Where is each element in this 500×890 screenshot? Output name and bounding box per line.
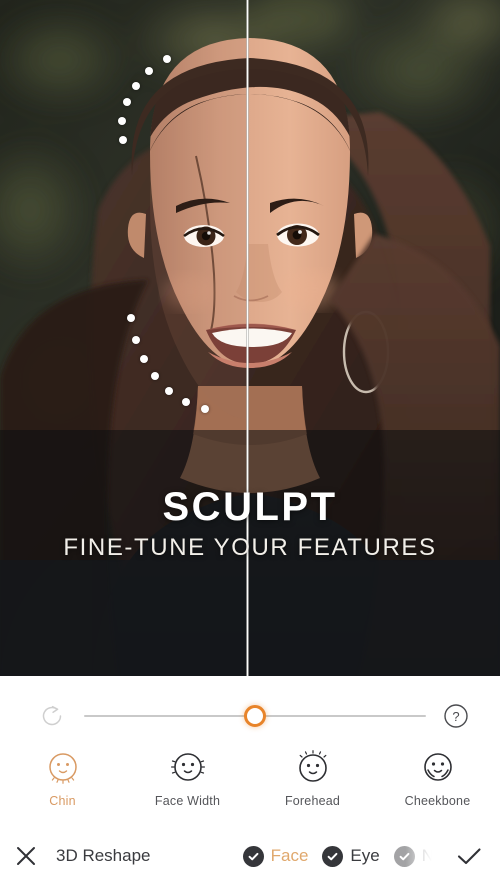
landmark-dot [201, 405, 209, 413]
feature-tab-forehead[interactable]: Forehead [250, 748, 375, 808]
tool-chip-label: N [421, 846, 434, 865]
tool-chip-label: Eye [350, 846, 380, 865]
landmark-dot [119, 136, 127, 144]
checkmark-icon [328, 852, 338, 860]
landmark-dot [132, 336, 140, 344]
checkmark-icon [399, 852, 410, 860]
face-forehead-icon [298, 750, 327, 782]
landmark-dot [165, 387, 173, 395]
help-button[interactable]: ? [436, 696, 476, 736]
landmark-dot [127, 314, 135, 322]
feature-tab-list: Chin Face Width Forehead Cheekbone [0, 748, 500, 820]
tool-chip-eye[interactable]: Eye [322, 845, 380, 867]
close-x-icon [17, 847, 35, 865]
reset-circular-arrow-icon [42, 705, 62, 726]
tool-chip-label: Face [270, 846, 309, 865]
feature-tab-label: Chin [49, 794, 76, 808]
check-badge [322, 845, 344, 867]
landmark-dot [140, 355, 148, 363]
reset-button[interactable] [30, 694, 74, 738]
page-title: SCULPT [162, 485, 338, 529]
feature-tab-label: Cheekbone [404, 794, 471, 808]
landmark-dot [118, 117, 126, 125]
landmark-dot [163, 55, 171, 63]
landmark-dot [182, 398, 190, 406]
cancel-button[interactable] [0, 843, 52, 869]
check-badge [242, 845, 264, 867]
landmark-dot [132, 82, 140, 90]
page-subtitle: FINE-TUNE YOUR FEATURES [63, 534, 437, 561]
tool-chip-partial[interactable]: N [393, 845, 434, 867]
feature-tab-label: Forehead [284, 794, 341, 808]
tool-chip-list: Face Eye N [151, 845, 438, 867]
landmark-dot [151, 372, 159, 380]
slider-row: ? [0, 690, 500, 742]
feature-tab-chin[interactable]: Chin [0, 748, 125, 808]
face-chin-icon [48, 753, 77, 784]
feature-tab-label: Face Width [154, 794, 221, 808]
question-mark-circle-icon: ? [444, 704, 468, 728]
face-cheekbone-icon [423, 753, 452, 781]
feature-tab-cheekbone[interactable]: Cheekbone [375, 748, 500, 808]
check-badge [393, 845, 415, 867]
sculpt-slider[interactable] [84, 694, 426, 738]
overlay-title-block: SCULPT FINE-TUNE YOUR FEATURES [0, 486, 500, 562]
confirm-button[interactable] [438, 841, 500, 871]
slider-knob[interactable] [244, 705, 266, 727]
tool-chip-face[interactable]: Face [242, 845, 309, 867]
face-width-icon [170, 753, 205, 781]
bottom-toolbar: 3D Reshape Face Eye N [0, 822, 500, 890]
landmark-dot [145, 67, 153, 75]
svg-text:?: ? [452, 709, 459, 724]
control-panel: ? Chin Face Width Forehead Cheekbone 3D … [0, 676, 500, 890]
sculpt-editor-screen: SCULPT FINE-TUNE YOUR FEATURES ? Chin Fa… [0, 0, 500, 890]
feature-tab-face-width[interactable]: Face Width [125, 748, 250, 808]
photo-preview[interactable]: SCULPT FINE-TUNE YOUR FEATURES [0, 0, 500, 676]
checkmark-icon [248, 852, 259, 860]
before-after-divider[interactable] [246, 0, 249, 676]
landmark-dot [123, 98, 131, 106]
tool-title: 3D Reshape [56, 846, 151, 865]
portrait-photo [0, 0, 500, 676]
checkmark-icon [457, 848, 481, 865]
